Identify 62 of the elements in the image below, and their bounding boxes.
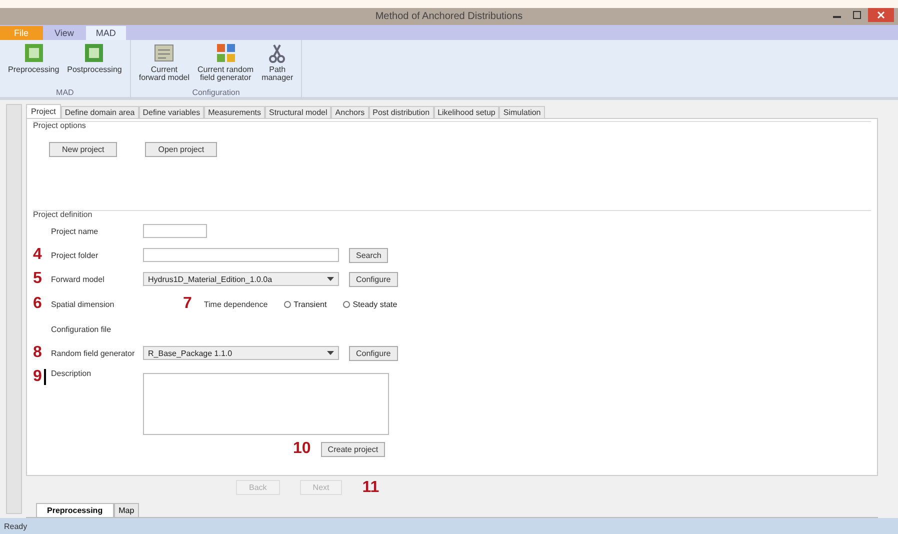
app-icon bbox=[83, 42, 106, 64]
tab[interactable]: Post distribution bbox=[368, 106, 434, 118]
tab[interactable]: Anchors bbox=[331, 106, 369, 118]
forward-model-dropdown[interactable]: Hydrus1D_Material_Edition_1.0.0a bbox=[143, 272, 339, 286]
search-button[interactable]: Search bbox=[349, 248, 388, 262]
tab[interactable]: Define domain area bbox=[60, 106, 139, 118]
ribbon-button[interactable]: Current forward model bbox=[136, 42, 192, 88]
tab[interactable]: Define variables bbox=[138, 106, 204, 118]
configure-button[interactable]: Configure bbox=[349, 346, 398, 360]
ribbon-tab[interactable]: View bbox=[44, 26, 84, 40]
app-icon bbox=[22, 42, 45, 64]
field-label: Time dependence bbox=[204, 300, 268, 308]
dropdown-arrow-icon bbox=[327, 351, 334, 355]
field-generator-dropdown[interactable]: R_Base_Package 1.1.0 bbox=[143, 346, 339, 360]
group-label: MAD bbox=[56, 88, 74, 97]
tab[interactable]: Likelihood setup bbox=[434, 106, 500, 118]
field-label: Forward model bbox=[51, 274, 106, 284]
ribbon-button[interactable]: Path manager bbox=[260, 42, 296, 88]
ribbon-button[interactable]: Preprocessing bbox=[6, 42, 62, 88]
create-project-button[interactable]: Create project bbox=[320, 442, 386, 456]
project-name-field[interactable] bbox=[143, 224, 207, 238]
annotation-number: 5 bbox=[33, 271, 43, 287]
close-icon bbox=[877, 11, 885, 19]
status-text: Ready bbox=[4, 522, 28, 530]
tab[interactable]: Structural model bbox=[265, 106, 332, 118]
field-label: Spatial dimension bbox=[51, 300, 116, 308]
tab[interactable]: Measurements bbox=[204, 106, 266, 118]
project-folder-field[interactable] bbox=[143, 248, 339, 262]
project-button[interactable]: Open project bbox=[145, 142, 218, 157]
annotation-number: 6 bbox=[33, 296, 43, 312]
field-label: Description bbox=[51, 369, 92, 378]
field-label: Configuration file bbox=[51, 324, 112, 334]
annotation-number: 10 bbox=[293, 441, 311, 457]
ribbon-button[interactable]: Current random field generator bbox=[196, 42, 256, 88]
ribbon-button[interactable]: Postprocessing bbox=[65, 42, 124, 88]
annotation-number: 8 bbox=[33, 345, 43, 361]
field-label: Project name bbox=[51, 226, 100, 236]
bottom-tab[interactable]: Preprocessing bbox=[36, 503, 114, 517]
dropdown-arrow-icon bbox=[327, 277, 334, 281]
section-title: Project definition bbox=[33, 210, 94, 219]
annotation-number: 9 bbox=[33, 369, 46, 385]
configure-button[interactable]: Configure bbox=[349, 272, 398, 286]
annotation-number: 7 bbox=[183, 295, 192, 313]
description-field[interactable] bbox=[143, 373, 389, 435]
radio-option[interactable]: Transient bbox=[284, 300, 327, 308]
radio-option[interactable]: Steady state bbox=[342, 300, 398, 308]
annotation-number: 11 bbox=[362, 480, 380, 496]
section-title: Project options bbox=[33, 121, 87, 130]
field-label: Random field generator bbox=[51, 348, 136, 358]
app-icon bbox=[214, 42, 237, 64]
project-button[interactable]: New project bbox=[49, 142, 118, 157]
maximize-icon bbox=[853, 11, 861, 19]
group-label: Configuration bbox=[192, 88, 240, 97]
annotation-number: 4 bbox=[33, 247, 43, 263]
window-title: Method of Anchored Distributions bbox=[375, 11, 523, 22]
field-label: Project folder bbox=[51, 250, 100, 260]
bottom-tab[interactable]: Map bbox=[114, 503, 140, 517]
ribbon-tab[interactable]: MAD bbox=[86, 26, 126, 40]
tab[interactable]: Simulation bbox=[499, 106, 545, 118]
app-icon bbox=[153, 42, 176, 64]
tab[interactable]: Project bbox=[26, 104, 61, 118]
close-button[interactable] bbox=[868, 8, 894, 22]
